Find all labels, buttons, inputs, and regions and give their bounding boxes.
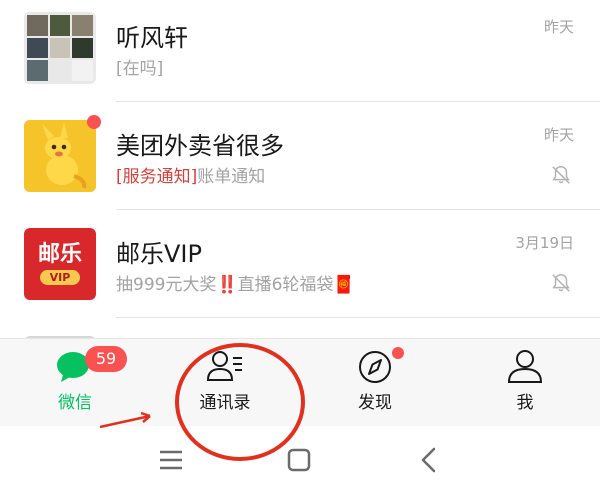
chat-item-meituan[interactable]: 美团外卖省很多 [服务通知]账单通知 昨天: [0, 102, 600, 210]
home-square-icon[interactable]: [279, 440, 319, 480]
unread-dot: [87, 115, 101, 129]
chat-time: 昨天: [543, 18, 574, 36]
chat-preview-text: 账单通知: [197, 167, 266, 187]
chat-preview: 抽999元大奖‼️直播6轮福袋🧧: [116, 270, 355, 295]
chat-list: 听风轩 [在吗] 昨天 美团外卖省很多 [服务通知]账单通知 昨天 邮乐 VIP…: [0, 0, 600, 338]
chat-title: 邮乐VIP: [116, 240, 202, 268]
chat-preview-text: 抽999元大奖‼️直播6轮福袋🧧: [116, 275, 355, 295]
bottom-tab-bar: 59 微信 通讯录 发现 我: [0, 338, 600, 426]
tab-label: 微信: [58, 393, 92, 413]
chat-preview: [服务通知]账单通知: [116, 162, 265, 187]
avatar-vip-badge: VIP: [39, 270, 81, 286]
unread-count-badge: 59: [85, 346, 127, 372]
person-icon: [507, 350, 543, 383]
wechat-screen: 听风轩 [在吗] 昨天 美团外卖省很多 [服务通知]账单通知 昨天 邮乐 VIP…: [0, 0, 600, 492]
menu-lines-icon[interactable]: [151, 440, 191, 480]
avatar-text: 邮乐: [37, 241, 82, 267]
chat-title: 美团外卖省很多: [116, 132, 284, 160]
meituan-kangaroo-avatar: [24, 120, 96, 192]
chat-preview-text: [在吗]: [116, 59, 164, 79]
group-avatar: [24, 12, 96, 84]
chat-item-partial[interactable]: [0, 318, 600, 338]
chat-item-tingfengxuan[interactable]: 听风轩 [在吗] 昨天: [0, 0, 600, 102]
tab-contacts[interactable]: 通讯录: [150, 339, 300, 427]
contacts-icon: [206, 351, 242, 381]
chat-time: 3月19日: [515, 234, 574, 252]
chat-title: 听风轩: [116, 24, 188, 52]
tab-wechat[interactable]: 59 微信: [0, 339, 150, 427]
tab-label: 我: [516, 393, 534, 413]
compass-icon: [359, 351, 391, 383]
tab-me[interactable]: 我: [450, 339, 600, 427]
service-notice-tag: [服务通知]: [116, 167, 198, 187]
system-navigation-bar: [0, 426, 600, 492]
chat-time: 昨天: [543, 126, 574, 144]
youle-vip-avatar: 邮乐 VIP: [24, 228, 96, 300]
kangaroo-mascot-icon: [24, 120, 96, 192]
tab-discover[interactable]: 发现: [300, 339, 450, 427]
tab-label: 通讯录: [199, 393, 251, 413]
new-content-dot: [392, 347, 404, 359]
tab-label: 发现: [358, 393, 392, 413]
chat-item-youle-vip[interactable]: 邮乐 VIP 邮乐VIP 抽999元大奖‼️直播6轮福袋🧧 3月19日: [0, 210, 600, 318]
chat-preview: [在吗]: [116, 54, 163, 79]
back-chevron-icon[interactable]: [409, 440, 449, 480]
mute-bell-icon: [552, 166, 570, 184]
mute-bell-icon: [552, 274, 570, 292]
